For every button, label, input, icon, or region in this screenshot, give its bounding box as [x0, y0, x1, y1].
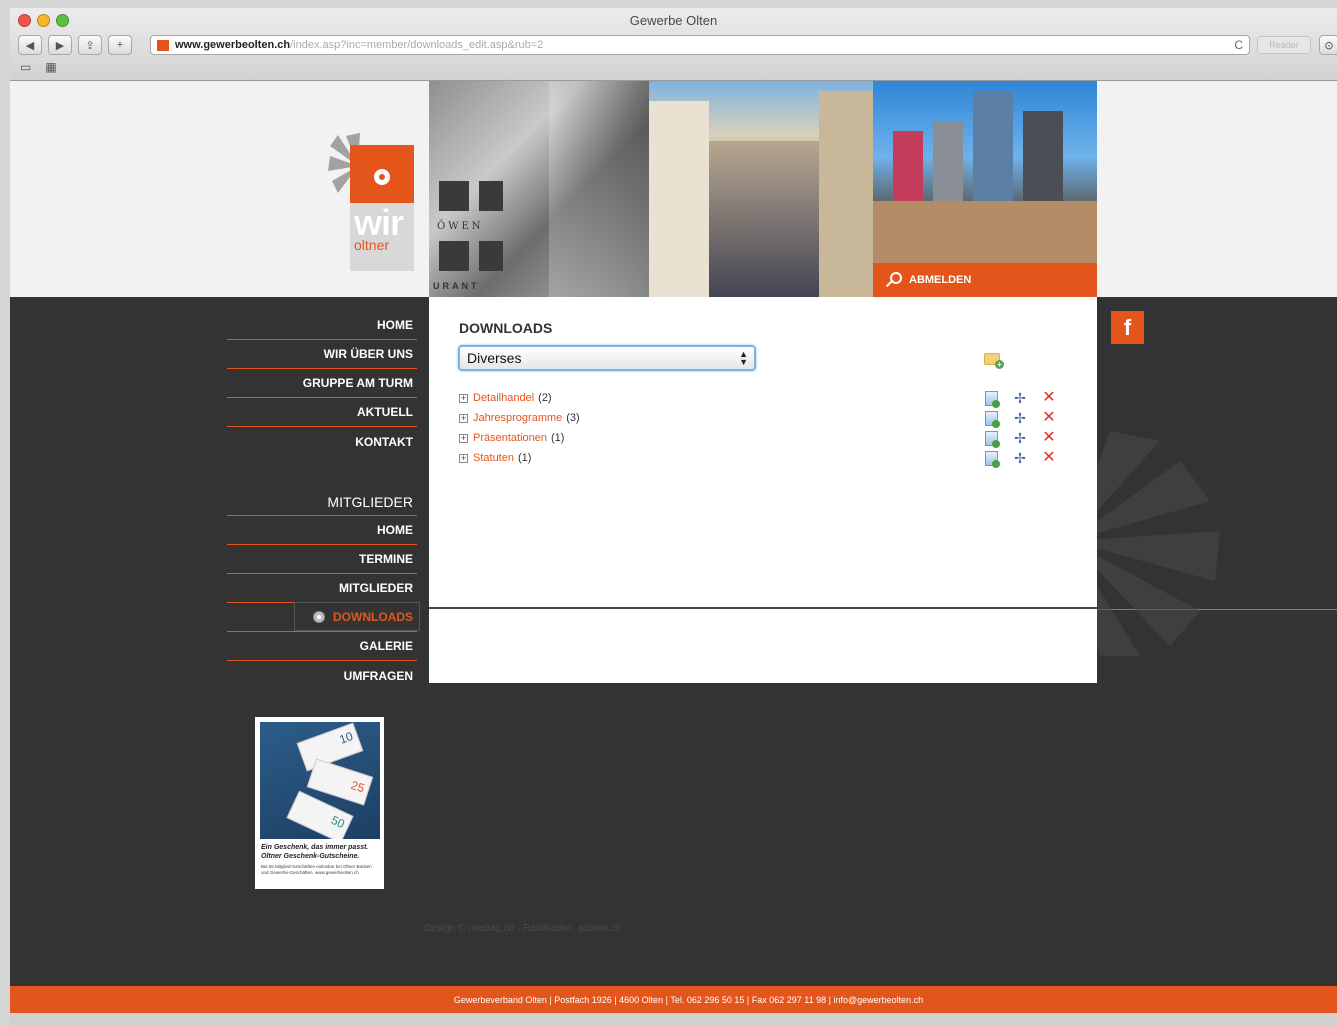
favicon-icon [157, 39, 169, 51]
banner-sign-text-2: URANT [433, 281, 480, 291]
logo-subtext: oltner [354, 237, 390, 253]
voucher-value: 10 [337, 729, 355, 747]
ad-caption: Ein Geschenk, das immer passt. Oltner Ge… [261, 844, 369, 860]
banner-photo-street [649, 81, 873, 297]
folder-link[interactable]: Detailhandel [473, 392, 534, 404]
flower-icon [311, 610, 327, 624]
folder-link[interactable]: Statuten [473, 452, 514, 464]
nav-item-wir-ueber-uns[interactable]: WIR ÜBER UNS [227, 340, 417, 369]
plus-icon: + [116, 39, 124, 51]
move-icon[interactable]: ✢ [1012, 430, 1028, 446]
delete-icon[interactable]: ✕ [1042, 390, 1056, 406]
window-title: Gewerbe Olten [629, 13, 718, 28]
banner-sign-text: ÖWEN [437, 221, 484, 232]
bookmarks-bar: ▭ ▦ [20, 60, 57, 74]
reload-icon[interactable]: C [1234, 38, 1243, 52]
logo-text: wir [354, 202, 404, 243]
expand-icon[interactable]: + [459, 393, 468, 403]
folder-count: (3) [566, 412, 580, 424]
row-actions: ✢ ✕ [985, 410, 1056, 428]
sidebar-nav: HOME WIR ÜBER UNS GRUPPE AM TURM AKTUELL… [227, 311, 420, 690]
top-sites-icon[interactable]: ▦ [45, 60, 56, 74]
logout-label: ABMELDEN [909, 274, 972, 286]
web-page: wir oltner ÖWEN URANT ABMELDEN HOME WIR … [10, 81, 1337, 1026]
share-button[interactable]: ⇪ [78, 35, 102, 55]
nav-item-galerie[interactable]: GALERIE [227, 632, 417, 661]
add-document-icon[interactable] [985, 410, 1000, 428]
nav-item-umfragen[interactable]: UMFRAGEN [227, 661, 417, 690]
delete-icon[interactable]: ✕ [1042, 450, 1056, 466]
nav-item-gruppe-am-turm[interactable]: GRUPPE AM TURM [227, 369, 417, 398]
add-folder-icon[interactable] [984, 353, 1004, 369]
facebook-icon: f [1123, 314, 1132, 340]
facebook-button[interactable]: f [1111, 311, 1144, 344]
nav-item-aktuell[interactable]: AKTUELL [227, 398, 417, 427]
url-path: /index.asp?inc=member/downloads_edit.asp… [290, 39, 544, 51]
members-heading: MITGLIEDER [227, 488, 417, 516]
address-bar[interactable]: www.gewerbeolten.ch /index.asp?inc=membe… [150, 35, 1250, 55]
key-icon [883, 272, 902, 288]
add-document-icon[interactable] [985, 450, 1000, 468]
folder-count: (1) [517, 452, 532, 464]
forward-icon: ▶ [55, 39, 65, 52]
list-item: + Präsentationen (1) ✢ ✕ [459, 428, 1059, 448]
ad-small-text: Bei 65 Mitglied-Geschäften einlösbar bei… [261, 864, 372, 875]
design-credits[interactable]: Design © mediag.ch · Realisation: azoom.… [424, 923, 621, 934]
reading-list-icon[interactable]: ▭ [20, 60, 31, 74]
nav-item-home[interactable]: HOME [227, 311, 417, 340]
nav-item-mitglieder[interactable]: MITGLIEDER [227, 574, 417, 603]
content-divider [429, 607, 1097, 609]
forward-button[interactable]: ▶ [48, 35, 72, 55]
voucher-value: 50 [328, 812, 347, 832]
expand-icon[interactable]: + [459, 453, 468, 463]
nav-item-termine[interactable]: TERMINE [227, 545, 417, 574]
banner-photo-oldtown: ÖWEN URANT [429, 81, 649, 297]
category-select-value: Diverses [467, 350, 522, 366]
list-item: + Jahresprogramme (3) ✢ ✕ [459, 408, 1059, 428]
browser-nav-buttons: ◀ ▶ ⇪ + [18, 35, 132, 55]
expand-icon[interactable]: + [459, 433, 468, 443]
move-icon[interactable]: ✢ [1012, 410, 1028, 426]
nav-item-downloads[interactable]: DOWNLOADS [227, 602, 420, 632]
back-icon: ◀ [25, 39, 35, 52]
expand-icon[interactable]: + [459, 413, 468, 423]
list-item: + Detailhandel (2) ✢ ✕ [459, 388, 1059, 408]
download-folder-list: + Detailhandel (2) ✢ ✕ + Jahresprogramme… [459, 388, 1059, 468]
folder-count: (1) [551, 432, 565, 444]
row-actions: ✢ ✕ [985, 450, 1056, 468]
folder-count: (2) [538, 392, 552, 404]
folder-link[interactable]: Jahresprogramme [473, 412, 562, 424]
add-document-icon[interactable] [985, 430, 1000, 448]
back-button[interactable]: ◀ [18, 35, 42, 55]
nav-item-kontakt[interactable]: KONTAKT [227, 427, 417, 456]
delete-icon[interactable]: ✕ [1042, 430, 1056, 446]
logout-button[interactable]: ABMELDEN [873, 263, 1097, 297]
downloads-icon: ⊙ [1324, 39, 1334, 52]
select-arrows-icon: ▲ ▼ [739, 349, 748, 367]
nav-item-members-home[interactable]: HOME [227, 516, 417, 545]
add-document-icon[interactable] [985, 390, 1000, 408]
list-item: + Statuten (1) ✢ ✕ [459, 448, 1059, 468]
delete-icon[interactable]: ✕ [1042, 410, 1056, 426]
move-icon[interactable]: ✢ [1012, 390, 1028, 406]
move-icon[interactable]: ✢ [1012, 450, 1028, 466]
new-tab-button[interactable]: + [108, 35, 132, 55]
row-actions: ✢ ✕ [985, 390, 1056, 408]
browser-chrome: Gewerbe Olten ◀ ▶ ⇪ + www.gewerbeolten.c… [10, 8, 1337, 81]
logo-rosette-icon [374, 169, 390, 185]
voucher-image: 10 25 50 [260, 722, 380, 839]
folder-link[interactable]: Präsentationen [473, 432, 547, 444]
share-icon: ⇪ [85, 39, 95, 52]
reader-button[interactable]: Reader [1257, 36, 1311, 54]
gift-voucher-ad[interactable]: 10 25 50 Ein Geschenk, das immer passt. … [255, 717, 384, 889]
site-logo[interactable]: wir oltner [328, 131, 418, 273]
site-footer: Gewerbeverband Olten | Postfach 1926 | 4… [10, 986, 1337, 1013]
voucher-value: 25 [349, 777, 367, 796]
main-content: DOWNLOADS Diverses ▲▼ + Detailhandel (2)… [429, 297, 1097, 683]
downloads-button[interactable]: ⊙ [1319, 35, 1337, 55]
url-host: www.gewerbeolten.ch [175, 39, 291, 51]
category-select[interactable]: Diverses ▲ ▼ [458, 345, 756, 371]
page-title: DOWNLOADS [459, 320, 553, 336]
row-actions: ✢ ✕ [985, 430, 1056, 448]
